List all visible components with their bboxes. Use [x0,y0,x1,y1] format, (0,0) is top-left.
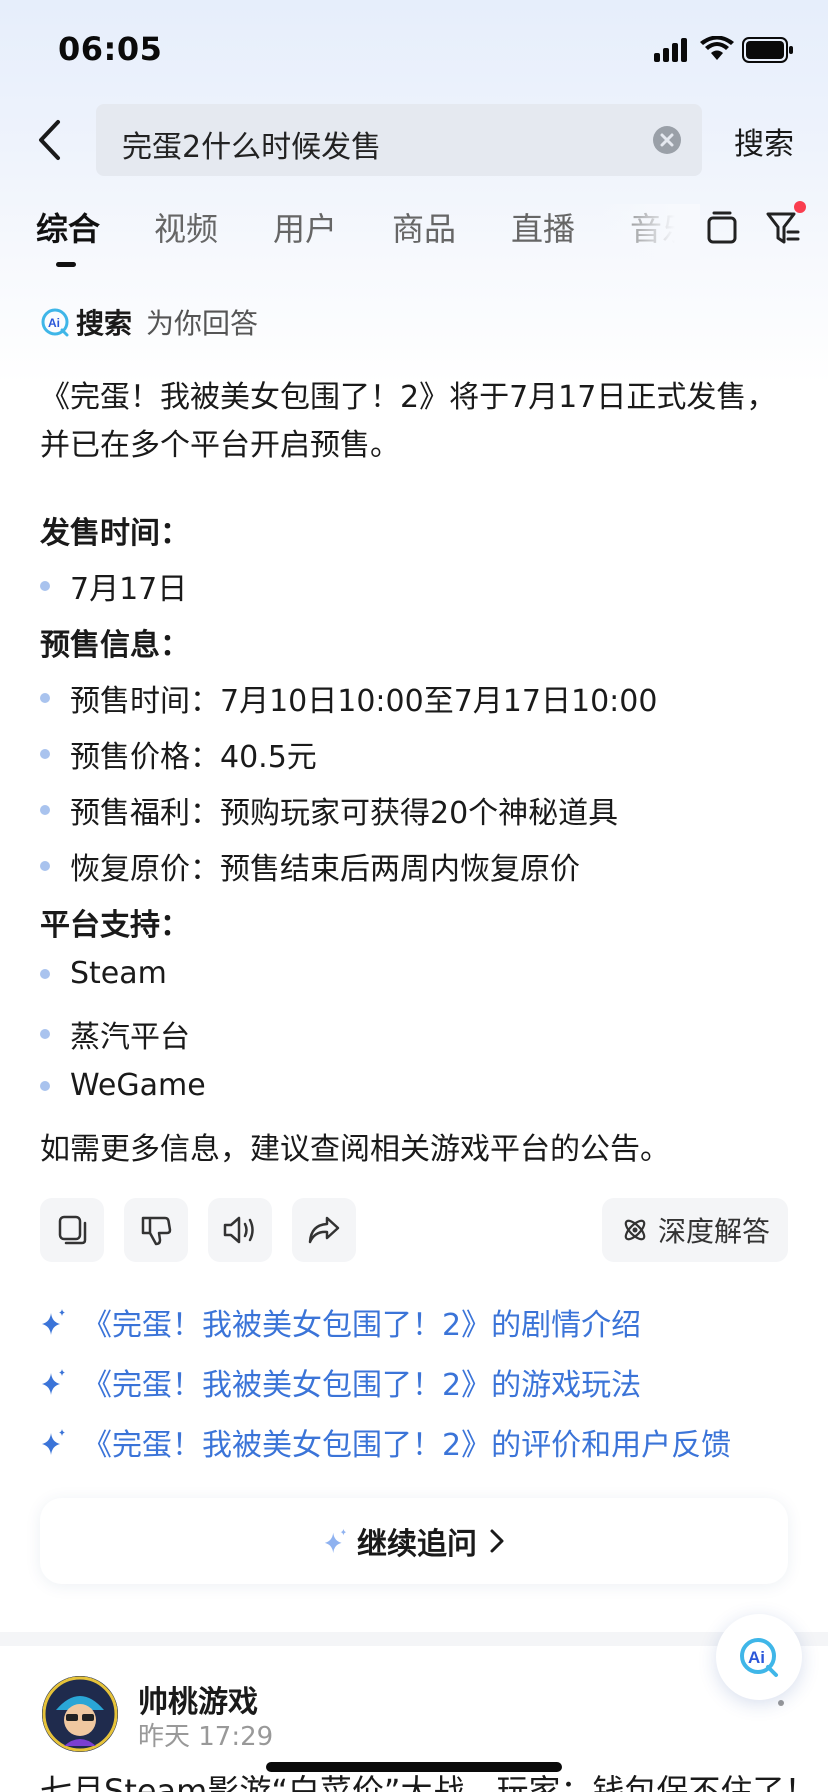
home-indicator [266,1762,562,1772]
continue-asking-label: 继续追问 [357,1527,477,1562]
svg-text:Ai: Ai [48,316,60,330]
deep-answer-button[interactable]: 深度解答 [602,1198,788,1262]
avatar[interactable] [42,1676,118,1752]
bullet-dot [40,1080,50,1091]
tab-live[interactable]: 直播 [511,204,575,250]
answer-intro: 《完蛋！我被美女包围了！2》将于7月17日正式发售， 并已在多个平台开启预售。 [40,374,790,470]
more-options-icon[interactable] [778,1700,784,1706]
post-author[interactable]: 帅桃游戏 [138,1677,258,1721]
sparkle-icon [42,1309,65,1335]
copy-icon [58,1215,87,1245]
section-divider [0,1632,828,1646]
bullet-dot [40,805,50,815]
layers-icon[interactable] [706,210,738,246]
bullet-dot [40,749,50,759]
list-item: 蒸汽平台 [40,1012,190,1056]
ai-logo-icon: Ai [740,1638,778,1677]
ai-header-title: 搜索 [76,307,133,340]
tab-comprehensive[interactable]: 综合 [36,204,100,250]
answer-intro-line: 《完蛋！我被美女包围了！2》将于7月17日正式发售， [40,380,777,415]
suggestion-link[interactable]: 《完蛋！我被美女包围了！2》的剧情介绍 [40,1300,641,1344]
status-time: 06:05 [58,30,163,68]
suggestion-link[interactable]: 《完蛋！我被美女包围了！2》的评价和用户反馈 [40,1420,731,1464]
clear-icon[interactable] [652,125,682,155]
section-title-platforms: 平台支持： [40,908,190,943]
tab-videos[interactable]: 视频 [154,204,218,250]
chevron-left-icon [39,120,60,160]
list-item: 预售福利：预购玩家可获得20个神秘道具 [40,788,618,832]
search-button[interactable]: 搜索 [734,119,794,163]
sparkle-icon [42,1429,65,1455]
dislike-button[interactable] [124,1198,188,1262]
avatar-image [42,1676,118,1752]
active-tab-indicator [56,262,76,267]
sparkle-icon [42,1369,65,1395]
ai-logo-icon: Ai [41,308,69,337]
section-title-presale: 预售信息： [40,628,190,663]
cellular-signal-icon [654,38,690,62]
continue-asking-button[interactable]: 继续追问 [40,1498,788,1584]
answer-closing: 如需更多信息，建议查阅相关游戏平台的公告。 [40,1132,670,1167]
copy-button[interactable] [40,1198,104,1262]
bullet-dot [40,581,50,591]
speaker-icon [223,1216,254,1244]
list-item: 7月17日 [40,564,187,608]
battery-icon [742,37,793,63]
section-title-release: 发售时间： [40,516,190,551]
filter-notification-dot [794,201,806,213]
status-bar: 06:05 [0,0,828,100]
ai-header-subtitle: 为你回答 [146,307,259,340]
atom-icon [624,1219,646,1241]
list-item: Steam [40,956,167,991]
filter-icon[interactable] [764,208,804,248]
bullet-dot [40,968,50,979]
tabs-fade-overlay [600,204,700,264]
chevron-right-icon [490,1529,504,1553]
bullet-dot [40,861,50,871]
share-button[interactable] [292,1198,356,1262]
deep-answer-label: 深度解答 [658,1215,771,1248]
result-tabs: 综合 视频 用户 商品 直播 音乐 [0,204,828,270]
ai-answer-header: Ai 搜索 为你回答 [40,302,258,342]
back-button[interactable] [36,116,72,164]
bullet-dot [40,693,50,703]
suggestion-link[interactable]: 《完蛋！我被美女包围了！2》的游戏玩法 [40,1360,641,1404]
list-item: WeGame [40,1068,206,1103]
thumbs-down-icon [141,1216,172,1246]
read-aloud-button[interactable] [208,1198,272,1262]
answer-intro-line: 并已在多个平台开启预售。 [40,428,400,463]
sparkle-icon [324,1528,347,1554]
list-item: 恢复原价：预售结束后两周内恢复原价 [40,844,580,888]
share-icon [308,1216,340,1244]
search-input[interactable]: 完蛋2什么时候发售 [96,104,702,176]
post-time: 昨天 17:29 [138,1722,274,1752]
list-item: 预售时间：7月10日10:00至7月17日10:00 [40,676,657,720]
list-item: 预售价格：40.5元 [40,732,317,776]
bullet-dot [40,1029,50,1039]
tab-products[interactable]: 商品 [392,204,456,250]
svg-text:Ai: Ai [748,1648,765,1667]
ai-assistant-button[interactable]: Ai [716,1614,802,1700]
wifi-icon [700,36,734,60]
search-query-text: 完蛋2什么时候发售 [122,130,382,165]
tab-users[interactable]: 用户 [273,204,337,250]
